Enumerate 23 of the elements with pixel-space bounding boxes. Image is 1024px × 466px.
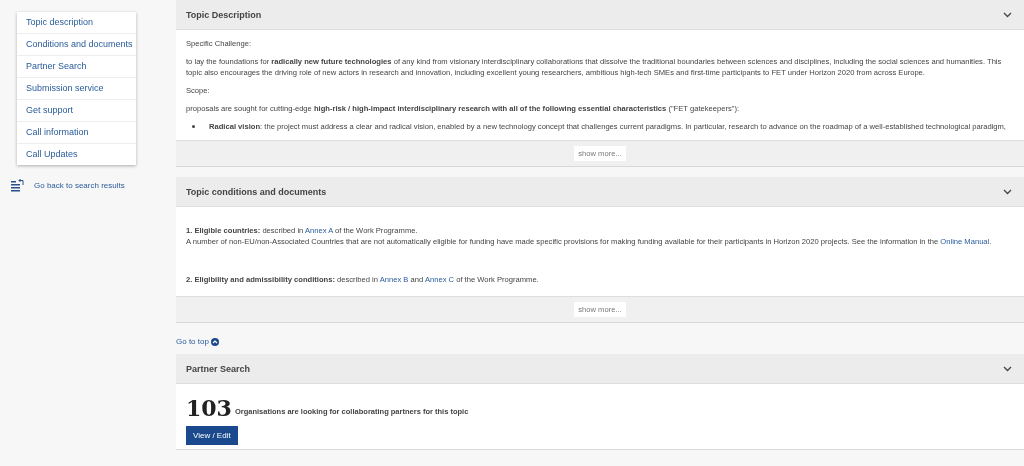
sidebar-item[interactable]: Partner Search — [17, 56, 136, 78]
section-title: Topic conditions and documents — [186, 186, 327, 197]
chevron-down-icon[interactable] — [1003, 365, 1012, 372]
sidebar-item[interactable]: Topic description — [17, 12, 136, 34]
list-back-icon[interactable] — [11, 179, 24, 192]
section-title: Topic Description — [186, 9, 262, 20]
sidebar-item[interactable]: Call information — [17, 122, 136, 144]
go-to-top-link[interactable]: Go to top — [176, 337, 1024, 346]
sidebar-item[interactable]: Get support — [17, 100, 136, 122]
view-edit-button[interactable]: View / Edit — [186, 426, 238, 445]
partner-count: 103 — [186, 398, 232, 418]
chevron-down-icon[interactable] — [1003, 11, 1012, 18]
sidebar-item[interactable]: Conditions and documents — [17, 34, 136, 56]
section-header[interactable]: Topic Description — [176, 0, 1024, 30]
section-title: Partner Search — [186, 363, 251, 374]
up-arrow-icon — [210, 337, 219, 346]
chevron-down-icon[interactable] — [1003, 188, 1012, 195]
section-header[interactable]: Partner Search — [176, 354, 1024, 384]
bullet-icon — [192, 125, 195, 128]
sidebar-item[interactable]: Submission service — [17, 78, 136, 100]
section-header[interactable]: Topic conditions and documents — [176, 177, 1024, 207]
sidebar-item[interactable]: Call Updates — [17, 144, 136, 165]
back-link[interactable]: Go back to search results — [34, 181, 125, 190]
